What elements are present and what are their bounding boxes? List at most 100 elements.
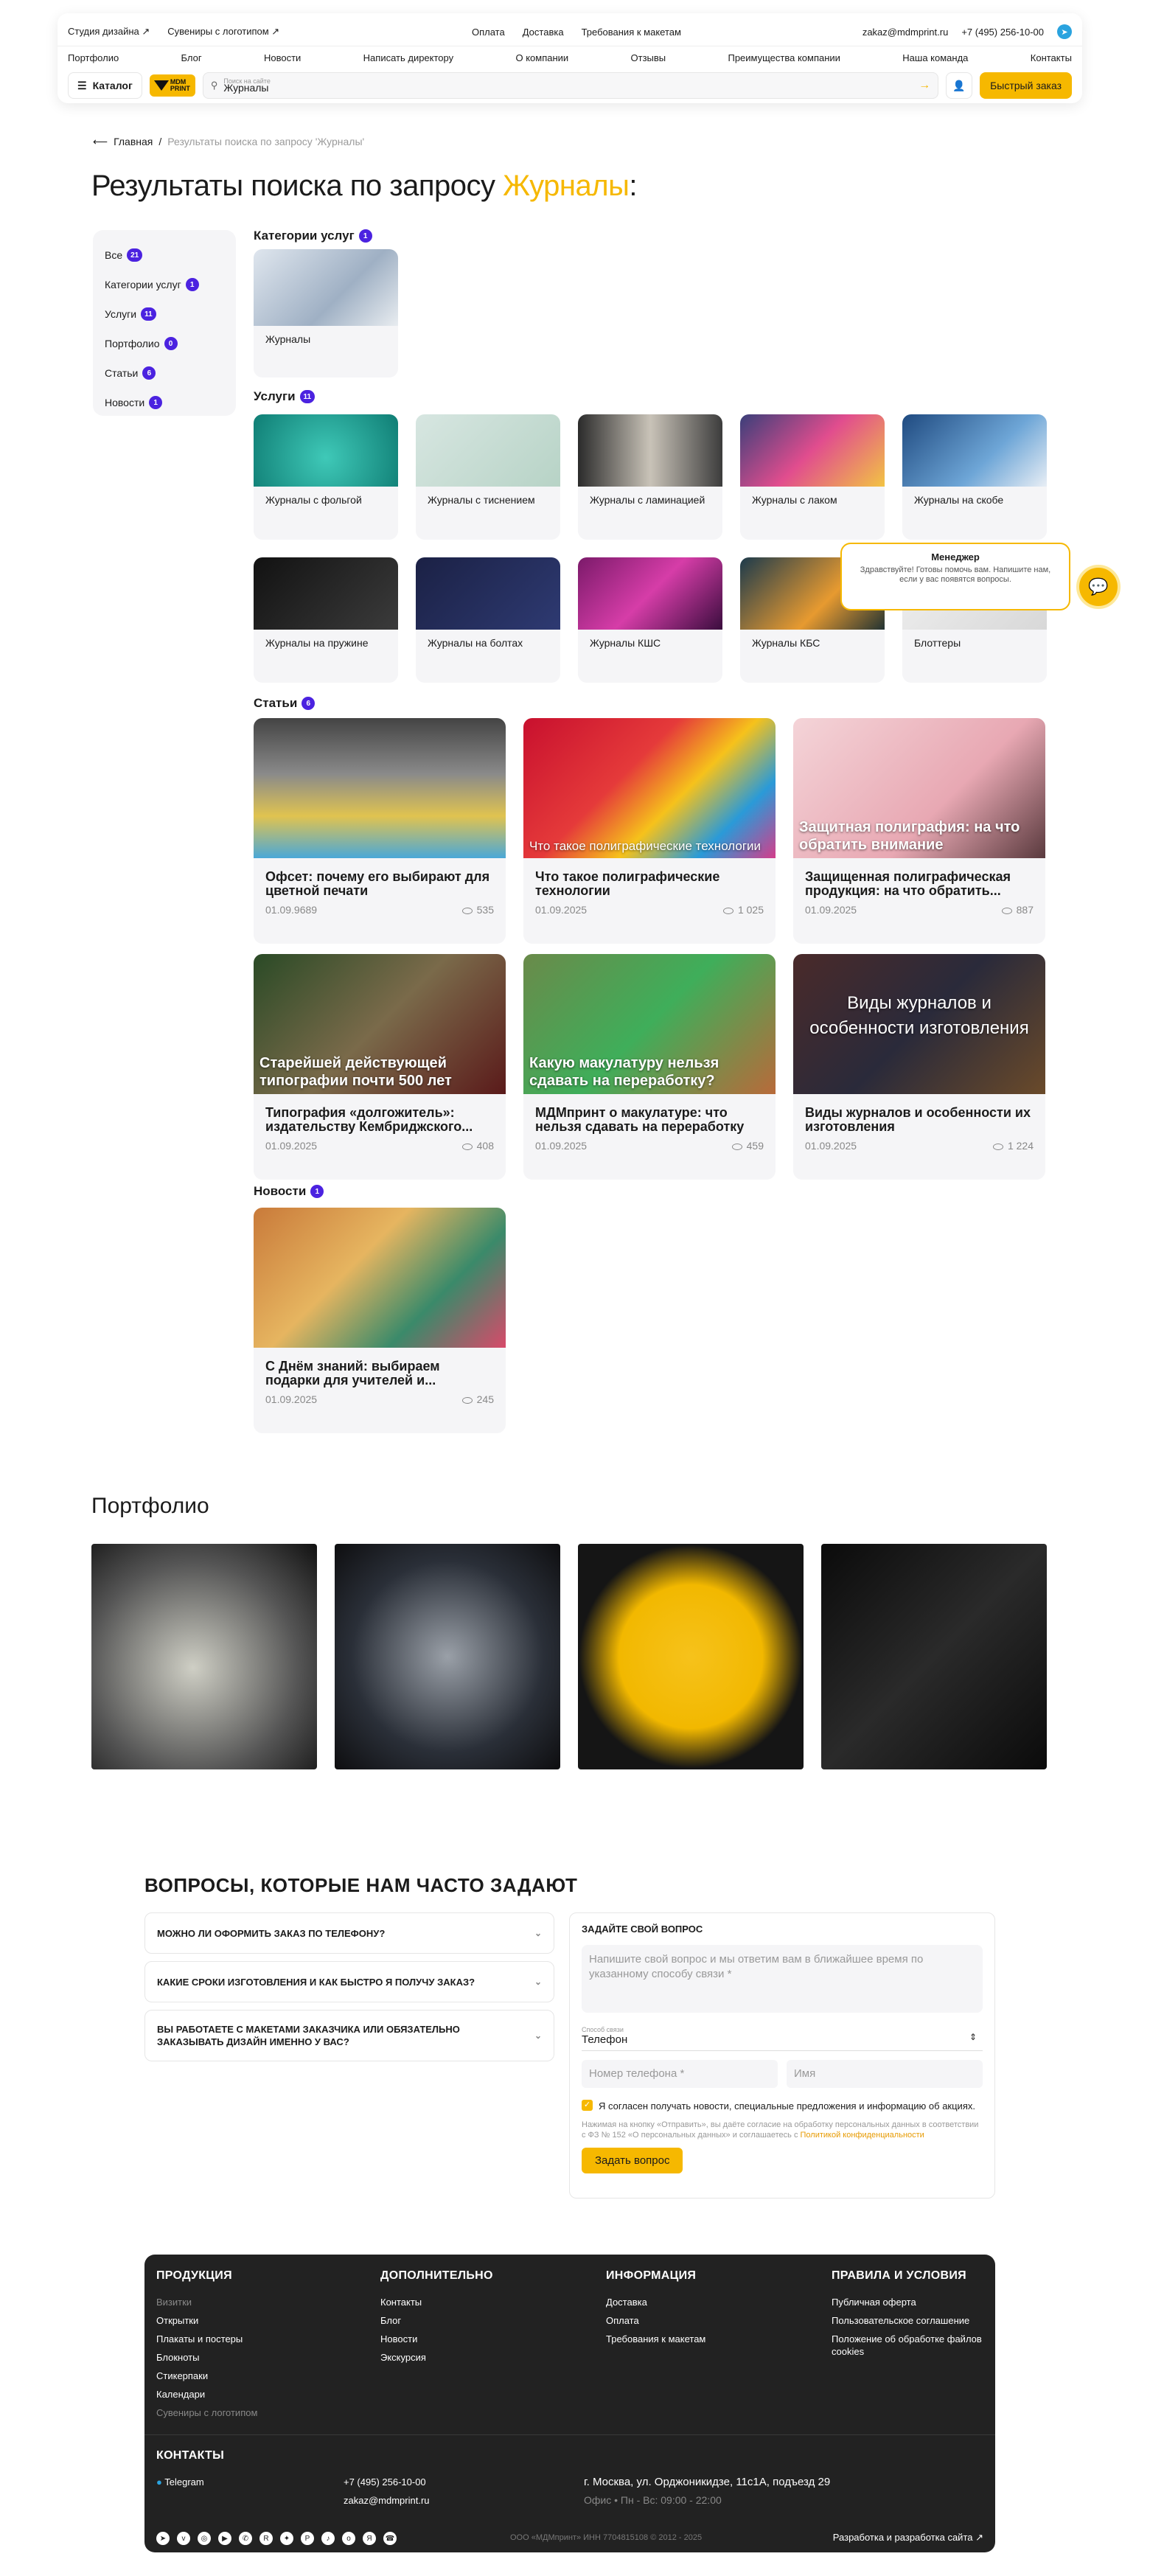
delivery-link[interactable]: Доставка bbox=[523, 27, 564, 38]
footer-link[interactable]: Сувениры с логотипом bbox=[156, 2403, 257, 2422]
name-input[interactable]: Имя bbox=[787, 2060, 983, 2088]
footer-col-title: ИНФОРМАЦИЯ bbox=[606, 2269, 697, 2282]
question-textarea[interactable]: Напишите свой вопрос и мы ответим вам в … bbox=[582, 1945, 983, 2013]
portfolio-item[interactable] bbox=[91, 1544, 317, 1769]
title-query: Журналы bbox=[503, 170, 630, 202]
footer-link[interactable]: Пользовательское соглашение bbox=[832, 2311, 986, 2330]
service-card[interactable]: Журналы на пружине bbox=[254, 557, 398, 683]
filter-portfolio[interactable]: Портфолио 0 bbox=[105, 329, 224, 358]
submit-question-button[interactable]: Задать вопрос bbox=[582, 2148, 683, 2173]
footer-link[interactable]: Контакты bbox=[380, 2293, 493, 2311]
consent-checkbox[interactable]: ✓ bbox=[582, 2100, 593, 2111]
design-studio-link[interactable]: Студия дизайна ↗ bbox=[68, 26, 150, 38]
service-card[interactable]: Журналы с тиснением bbox=[416, 414, 560, 540]
service-card[interactable]: Журналы КШС bbox=[578, 557, 722, 683]
nav-advantages[interactable]: Преимущества компании bbox=[728, 52, 840, 63]
back-arrow-icon[interactable]: ⟵ bbox=[93, 136, 108, 148]
footer-link[interactable]: Требования к макетам bbox=[606, 2330, 705, 2348]
category-card[interactable]: Журналы bbox=[254, 249, 398, 377]
footer-link[interactable]: Календари bbox=[156, 2385, 257, 2403]
pinterest-icon[interactable]: P bbox=[301, 2532, 314, 2545]
telegram-icon[interactable]: ➤ bbox=[156, 2532, 170, 2545]
service-card[interactable]: Журналы с фольгой bbox=[254, 414, 398, 540]
whatsapp-icon[interactable]: ✆ bbox=[239, 2532, 252, 2545]
filter-all[interactable]: Все 21 bbox=[105, 240, 224, 270]
nav-reviews[interactable]: Отзывы bbox=[631, 52, 666, 63]
contact-method-select[interactable]: Способ связи Телефон ⇕ bbox=[582, 2023, 983, 2051]
news-card[interactable]: С Днём знаний: выбираем подарки для учит… bbox=[254, 1208, 506, 1433]
nav-about[interactable]: О компании bbox=[515, 52, 568, 63]
filter-articles[interactable]: Статьи 6 bbox=[105, 358, 224, 388]
tiktok-icon[interactable]: ♪ bbox=[321, 2532, 335, 2545]
footer-link[interactable]: Плакаты и постеры bbox=[156, 2330, 257, 2348]
service-card[interactable]: Журналы на болтах bbox=[416, 557, 560, 683]
article-card[interactable]: Старейшей действующей типографии почти 5… bbox=[254, 954, 506, 1180]
nav-contacts[interactable]: Контакты bbox=[1031, 52, 1072, 63]
vk-icon[interactable]: v bbox=[177, 2532, 190, 2545]
footer-link[interactable]: Блог bbox=[380, 2311, 493, 2330]
logo[interactable]: MDM PRINT bbox=[149, 74, 195, 97]
nav-portfolio[interactable]: Портфолио bbox=[68, 52, 119, 63]
phone-link[interactable]: +7 (495) 256-10-00 bbox=[961, 27, 1044, 38]
footer-link[interactable]: Доставка bbox=[606, 2293, 705, 2311]
faq-item[interactable]: КАКИЕ СРОКИ ИЗГОТОВЛЕНИЯ И КАК БЫСТРО Я … bbox=[144, 1961, 554, 2002]
footer-link[interactable]: Открытки bbox=[156, 2311, 257, 2330]
article-card[interactable]: Офсет: почему его выбирают для цветной п… bbox=[254, 718, 506, 944]
footer-link[interactable]: Стикерпаки bbox=[156, 2367, 257, 2385]
search-bar[interactable]: ⚲ Поиск на сайте Журналы → bbox=[202, 72, 939, 99]
footer-link[interactable]: Визитки bbox=[156, 2293, 257, 2311]
telegram-link[interactable]: ● Telegram bbox=[156, 2473, 224, 2491]
portfolio-item[interactable] bbox=[335, 1544, 560, 1769]
odnoklassniki-icon[interactable]: o bbox=[342, 2532, 355, 2545]
phone-input[interactable]: Номер телефона * bbox=[582, 2060, 778, 2088]
viber-icon[interactable]: ☎ bbox=[383, 2532, 397, 2545]
arrow-right-icon[interactable]: → bbox=[919, 79, 930, 92]
instagram-icon[interactable]: ◎ bbox=[198, 2532, 211, 2545]
footer-email[interactable]: zakaz@mdmprint.ru bbox=[344, 2491, 430, 2510]
email-link[interactable]: zakaz@mdmprint.ru bbox=[862, 27, 949, 38]
footer-link[interactable]: Экскурсия bbox=[380, 2348, 493, 2367]
quick-order-button[interactable]: Быстрый заказ bbox=[980, 72, 1072, 99]
filter-services[interactable]: Услуги 11 bbox=[105, 299, 224, 329]
footer-link[interactable]: Оплата bbox=[606, 2311, 705, 2330]
telegram-icon[interactable]: ➤ bbox=[1057, 24, 1072, 39]
service-card[interactable]: Журналы на скобе bbox=[902, 414, 1047, 540]
dzen-icon[interactable]: ✦ bbox=[280, 2532, 293, 2545]
portfolio-item[interactable] bbox=[821, 1544, 1047, 1769]
yandex-icon[interactable]: Я bbox=[363, 2532, 376, 2545]
faq-title: ВОПРОСЫ, КОТОРЫЕ НАМ ЧАСТО ЗАДАЮТ bbox=[144, 1874, 578, 1896]
breadcrumb-home[interactable]: Главная bbox=[114, 136, 153, 148]
nav-team[interactable]: Наша команда bbox=[902, 52, 968, 63]
nav-blog[interactable]: Блог bbox=[181, 52, 202, 63]
filter-news[interactable]: Новости 1 bbox=[105, 388, 224, 417]
article-card[interactable]: Что такое полиграфические технологии Что… bbox=[523, 718, 776, 944]
faq-item[interactable]: МОЖНО ЛИ ОФОРМИТЬ ЗАКАЗ ПО ТЕЛЕФОНУ? ⌄ bbox=[144, 1912, 554, 1954]
souvenirs-link[interactable]: Сувениры с логотипом ↗ bbox=[167, 26, 279, 38]
footer-phone[interactable]: +7 (495) 256-10-00 bbox=[344, 2473, 430, 2491]
portfolio-item[interactable] bbox=[578, 1544, 804, 1769]
developer-link[interactable]: Разработка и разработка сайта ↗ bbox=[833, 2532, 983, 2544]
faq-item[interactable]: ВЫ РАБОТАЕТЕ С МАКЕТАМИ ЗАКАЗЧИКА ИЛИ ОБ… bbox=[144, 2010, 554, 2061]
eye-icon bbox=[731, 1143, 742, 1150]
layout-requirements-link[interactable]: Требования к макетам bbox=[582, 27, 681, 38]
article-card[interactable]: Защитная полиграфия: на что обратить вни… bbox=[793, 718, 1045, 944]
catalog-button[interactable]: ☰ Каталог bbox=[68, 72, 142, 99]
rutube-icon[interactable]: R bbox=[259, 2532, 273, 2545]
footer-link[interactable]: Блокноты bbox=[156, 2348, 257, 2367]
footer-link[interactable]: Новости bbox=[380, 2330, 493, 2348]
nav-news[interactable]: Новости bbox=[264, 52, 301, 63]
privacy-policy-link[interactable]: Политикой конфиденциальности bbox=[801, 2131, 924, 2140]
chat-icon[interactable]: 💬 bbox=[1076, 565, 1121, 609]
payment-link[interactable]: Оплата bbox=[472, 27, 505, 38]
service-card[interactable]: Журналы с лаком bbox=[740, 414, 885, 540]
user-icon[interactable]: 👤 bbox=[946, 72, 973, 99]
nav-write-director[interactable]: Написать директору bbox=[363, 52, 453, 63]
service-card[interactable]: Журналы с ламинацией bbox=[578, 414, 722, 540]
footer-link[interactable]: Публичная оферта bbox=[832, 2293, 986, 2311]
footer-link[interactable]: Положение об обработке файлов cookies bbox=[832, 2333, 986, 2358]
chat-popup[interactable]: Менеджер Здравствуйте! Готовы помочь вам… bbox=[840, 543, 1070, 610]
article-card[interactable]: Виды журналов и особенности изготовления… bbox=[793, 954, 1045, 1180]
filter-categories[interactable]: Категории услуг 1 bbox=[105, 270, 224, 299]
youtube-icon[interactable]: ▶ bbox=[218, 2532, 231, 2545]
article-card[interactable]: Какую макулатуру нельзя сдавать на перер… bbox=[523, 954, 776, 1180]
